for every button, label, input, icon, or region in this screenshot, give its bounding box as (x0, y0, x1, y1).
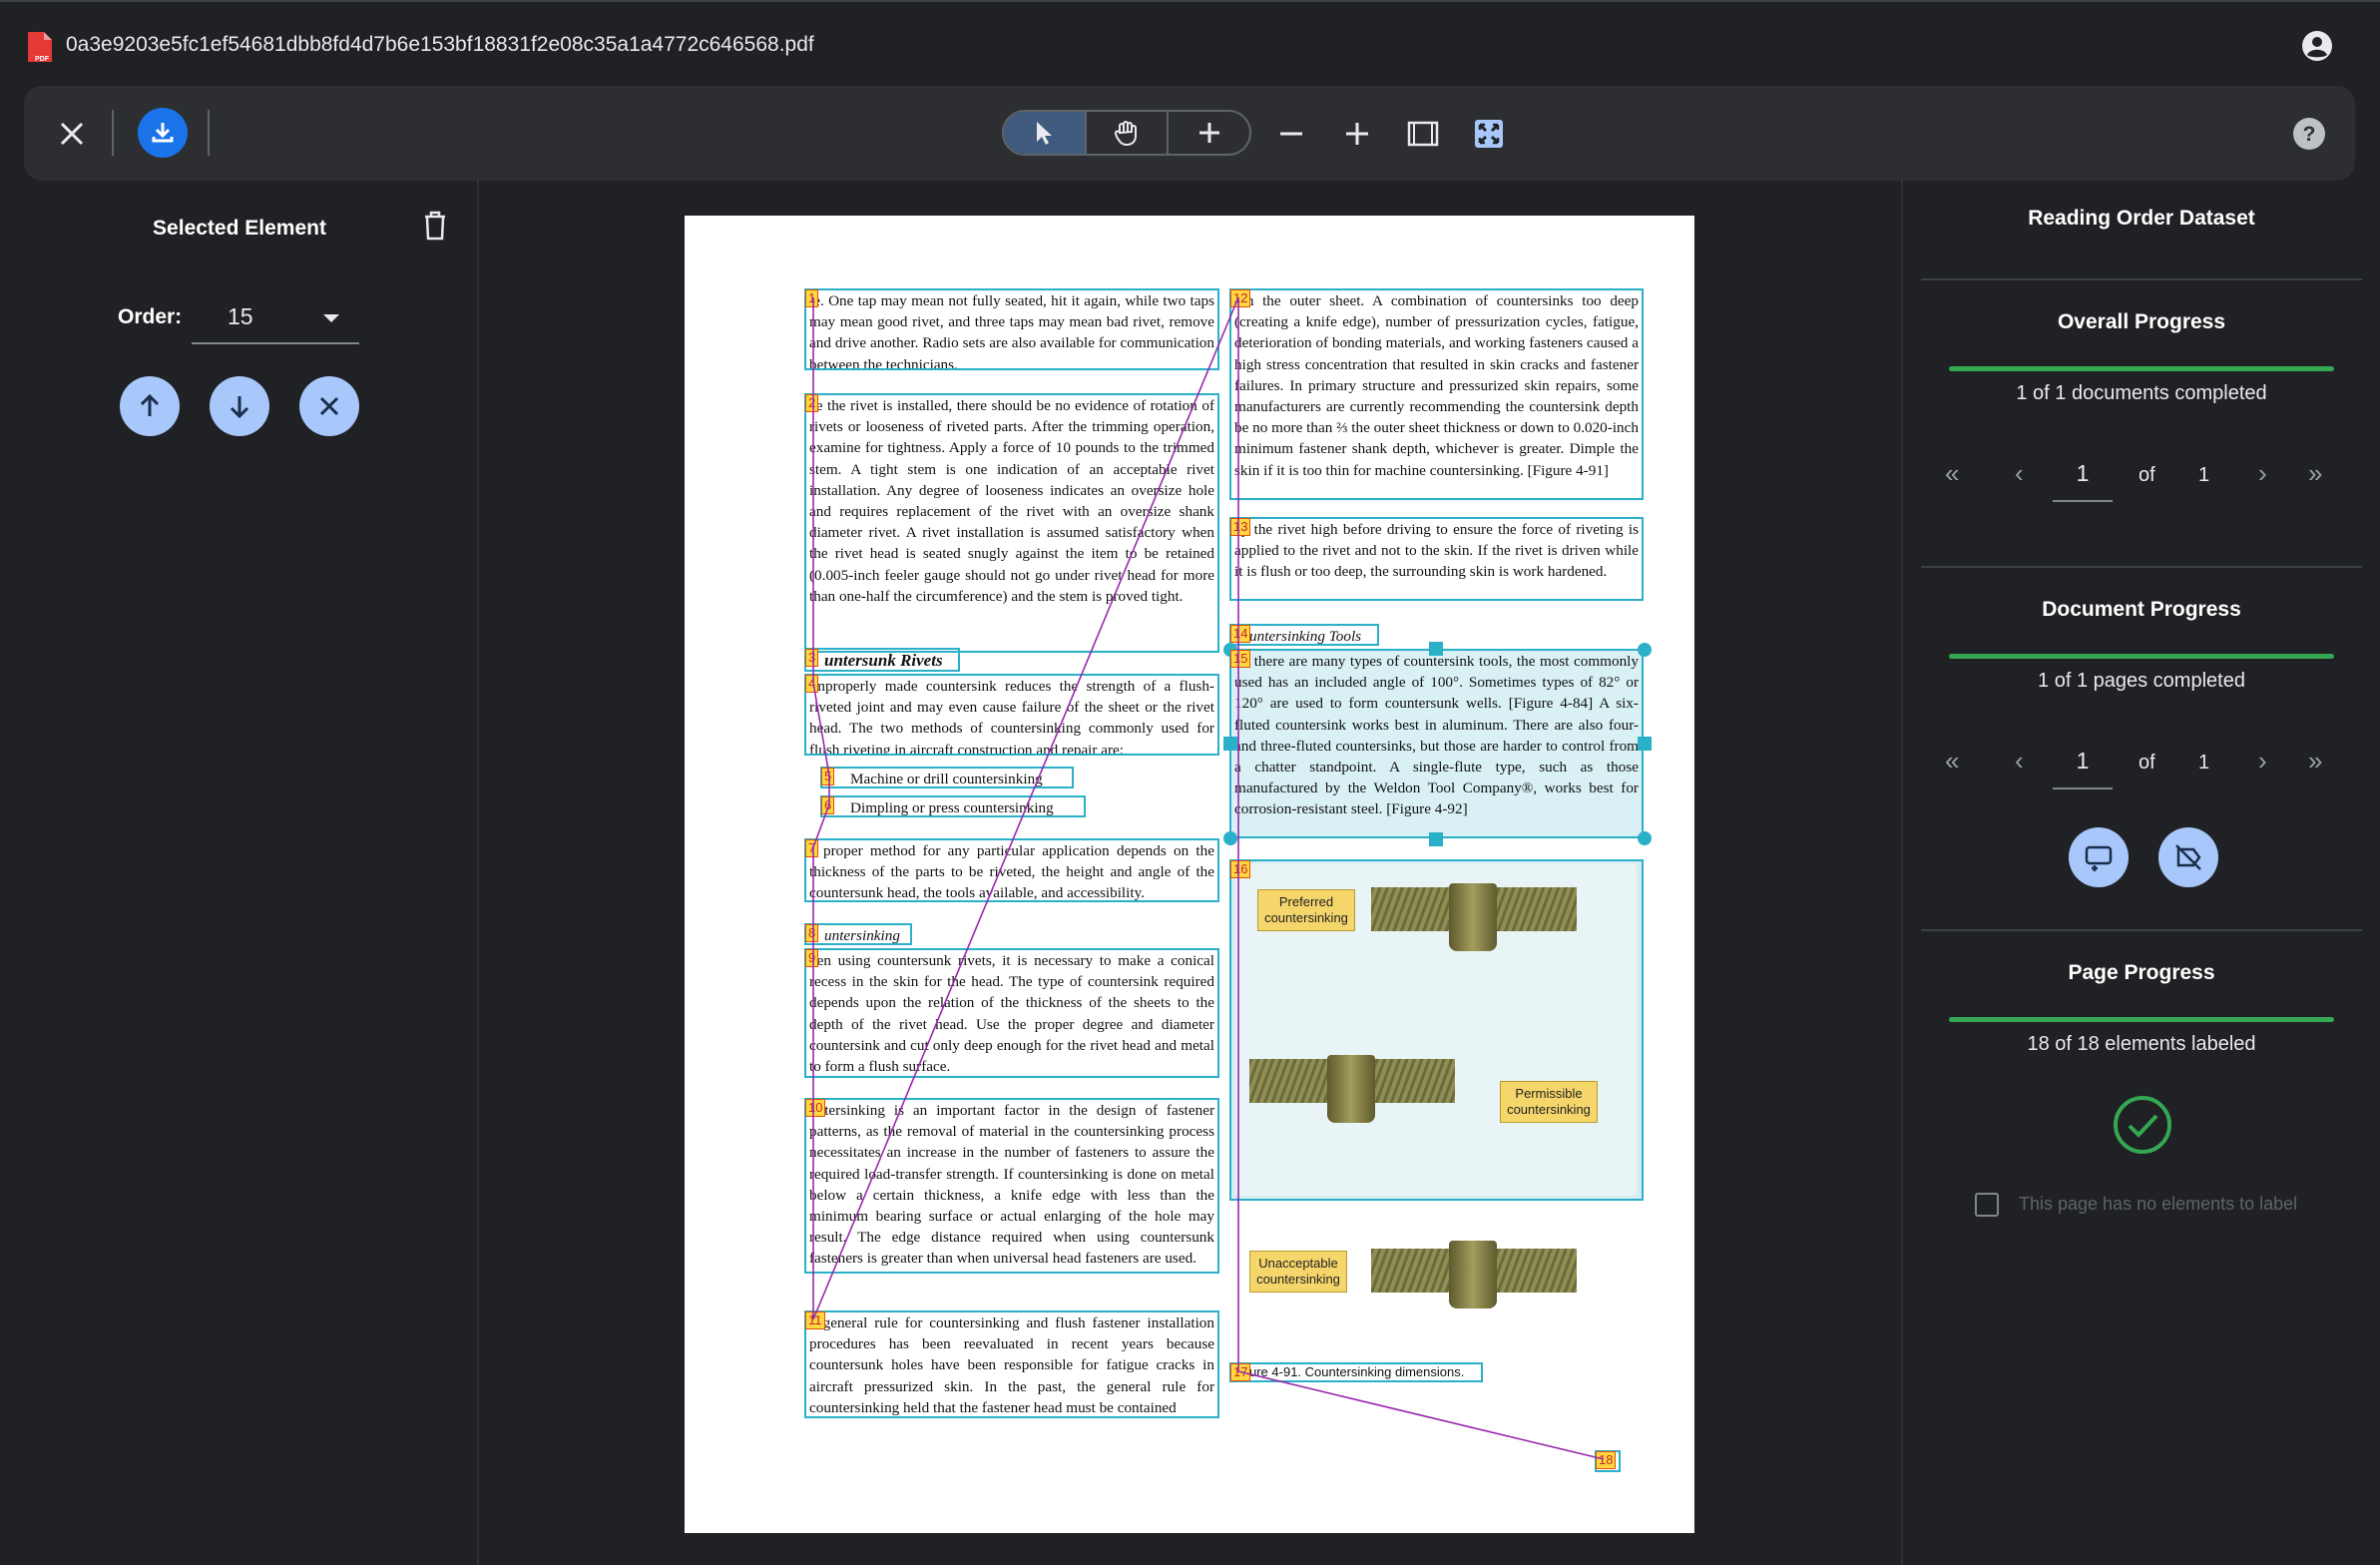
no-elements-checkbox[interactable] (1975, 1193, 1999, 1217)
pdf-page[interactable]: le. One tap may mean not fully seated, h… (685, 216, 1694, 1533)
page-progress-heading: Page Progress (2068, 961, 2215, 984)
close-icon (319, 396, 339, 416)
auto-label-button[interactable] (2069, 827, 2129, 887)
overall-progress-status: 1 of 1 documents completed (2016, 382, 2267, 404)
page-progress-bar (1949, 1017, 2334, 1022)
plus-icon (1198, 123, 1219, 143)
reading-order-path (812, 296, 1605, 1460)
minus-icon (1280, 132, 1302, 136)
pager-total: 1 (2198, 752, 2210, 774)
plus-icon (1346, 123, 1368, 145)
complete-check-icon (2114, 1096, 2171, 1154)
no-elements-label: This page has no elements to label (2019, 1194, 2298, 1214)
deselect-button[interactable] (299, 376, 359, 436)
pan-tool-button[interactable] (1087, 112, 1170, 154)
page-pager: « ‹ 1 of 1 › » (1903, 734, 2380, 793)
fit-width-icon (1407, 121, 1439, 147)
fit-page-button[interactable] (1469, 114, 1509, 154)
add-element-button[interactable] (1169, 112, 1249, 154)
close-button[interactable] (52, 114, 92, 154)
progress-panel: Reading Order Dataset Overall Progress 1… (1901, 181, 2380, 1565)
divider (1921, 566, 2362, 568)
auto-order-icon (2085, 845, 2113, 871)
help-button[interactable]: ? (2289, 114, 2329, 154)
account-icon[interactable] (2301, 30, 2333, 62)
delete-icon[interactable] (423, 211, 447, 241)
last-page-icon[interactable]: » (2308, 458, 2322, 489)
arrow-down-icon (230, 396, 249, 419)
title-bar: PDF 0a3e9203e5fc1ef54681dbb8fd4d7b6e153b… (0, 0, 2380, 88)
panel-title: Selected Element (153, 217, 326, 240)
selected-element-panel: Selected Element Order: 15 (0, 181, 479, 1565)
page-progress-status: 18 of 18 elements labeled (2027, 1033, 2256, 1055)
toolbar-divider (112, 110, 114, 156)
download-icon (152, 123, 174, 143)
hand-icon (1114, 121, 1137, 147)
select-tool-button[interactable] (1004, 112, 1087, 154)
document-progress-status: 1 of 1 pages completed (2038, 670, 2245, 692)
fit-page-icon (1475, 120, 1503, 148)
tool-mode-group (1002, 110, 1251, 156)
panel-title: Reading Order Dataset (2028, 207, 2255, 230)
pager-total: 1 (2198, 464, 2210, 486)
document-progress-bar (1949, 654, 2334, 659)
order-select[interactable]: 15 (192, 288, 359, 344)
pager-of-label: of (2139, 752, 2155, 774)
pdf-file-icon: PDF (28, 32, 52, 63)
download-button[interactable] (138, 108, 188, 158)
first-page-icon[interactable]: « (1945, 458, 1959, 489)
next-page-icon[interactable]: › (2258, 746, 2267, 777)
document-pager: « ‹ 1 of 1 › » (1903, 446, 2380, 506)
pointer-icon (1037, 122, 1053, 145)
svg-text:PDF: PDF (35, 56, 50, 63)
prev-page-icon[interactable]: ‹ (2015, 746, 2024, 777)
move-down-button[interactable] (210, 376, 269, 436)
toolbar-divider (208, 110, 210, 156)
close-icon (60, 122, 84, 146)
svg-text:?: ? (2303, 123, 2316, 146)
toolbar: ? (24, 86, 2355, 181)
fit-width-button[interactable] (1403, 114, 1443, 154)
order-label: Order: (118, 305, 183, 328)
help-icon: ? (2293, 118, 2325, 150)
chevron-down-icon (323, 314, 339, 322)
zoom-out-button[interactable] (1271, 114, 1311, 154)
clear-labels-button[interactable] (2158, 827, 2218, 887)
prev-page-icon[interactable]: ‹ (2015, 458, 2024, 489)
zoom-in-button[interactable] (1337, 114, 1377, 154)
label-off-icon (2175, 844, 2201, 870)
move-up-button[interactable] (120, 376, 180, 436)
next-page-icon[interactable]: › (2258, 458, 2267, 489)
overall-progress-heading: Overall Progress (2057, 310, 2226, 333)
document-progress-heading: Document Progress (2042, 598, 2241, 621)
divider (1921, 929, 2362, 931)
first-page-icon[interactable]: « (1945, 746, 1959, 777)
arrow-up-icon (140, 393, 160, 416)
pager-of-label: of (2139, 464, 2155, 486)
order-value: 15 (228, 303, 253, 329)
last-page-icon[interactable]: » (2308, 746, 2322, 777)
page-number-input[interactable]: 1 (2053, 748, 2113, 789)
overall-progress-bar (1949, 366, 2334, 371)
divider (1921, 278, 2362, 280)
document-filename: 0a3e9203e5fc1ef54681dbb8fd4d7b6e153bf188… (66, 33, 814, 56)
document-number-input[interactable]: 1 (2053, 460, 2113, 502)
